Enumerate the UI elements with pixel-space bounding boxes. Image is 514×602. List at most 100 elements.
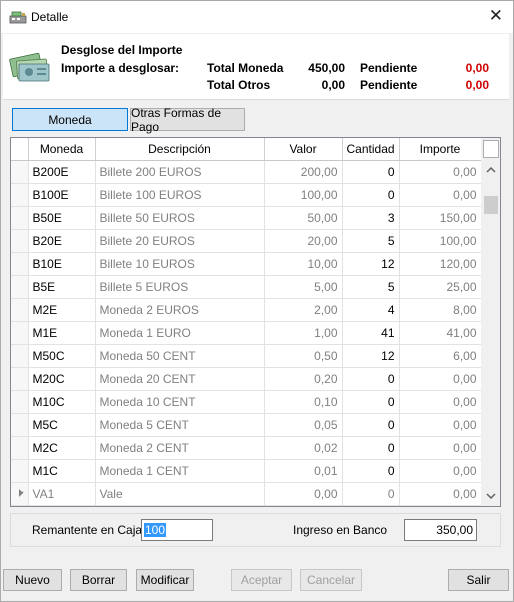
table-row[interactable]: M1E Moneda 1 EURO 1,00 41 41,00 [11,321,482,345]
cell-valor[interactable]: 2,00 [264,298,343,322]
cell-valor[interactable]: 0,02 [264,436,343,460]
tab-otras-formas-de-pago[interactable]: Otras Formas de Pago [130,106,245,134]
cell-moneda[interactable]: B100E [28,183,96,207]
close-icon[interactable]: ✕ [489,7,503,24]
cancelar-button[interactable]: Cancelar [300,569,362,591]
table-row[interactable]: M20C Moneda 20 CENT 0,20 0 0,00 [11,367,482,391]
cell-descripcion[interactable]: Billete 20 EUROS [95,229,265,253]
table-row[interactable]: M1C Moneda 1 CENT 0,01 0 0,00 [11,459,482,483]
cell-importe[interactable]: 0,00 [399,367,482,391]
cell-moneda[interactable]: M10C [28,390,96,414]
cell-moneda[interactable]: B200E [28,160,96,184]
ingreso-input[interactable]: 350,00 [404,519,477,541]
cell-descripcion[interactable]: Moneda 1 CENT [95,459,265,483]
cell-moneda[interactable]: B20E [28,229,96,253]
row-selector[interactable]: * [11,482,29,506]
cell-importe[interactable]: 41,00 [399,321,482,345]
cell-importe[interactable]: 100,00 [399,229,482,253]
cell-valor[interactable]: 1,00 [264,321,343,345]
cell-moneda[interactable]: M50C [28,344,96,368]
table-row[interactable]: B5E Billete 5 EUROS 5,00 5 25,00 [11,275,482,299]
scroll-up-icon[interactable] [481,162,501,178]
row-selector[interactable] [11,183,29,207]
table-row[interactable]: B20E Billete 20 EUROS 20,00 5 100,00 [11,229,482,253]
cell-cantidad[interactable]: 0 [342,482,400,506]
cell-valor[interactable]: 10,00 [264,252,343,276]
scroll-down-icon[interactable] [481,488,501,504]
table-row[interactable]: M2C Moneda 2 CENT 0,02 0 0,00 [11,436,482,460]
scrollbar-thumb[interactable] [484,196,498,214]
table-row[interactable]: B50E Billete 50 EUROS 50,00 3 150,00 [11,206,482,230]
cell-moneda[interactable]: B5E [28,275,96,299]
cell-cantidad[interactable]: 5 [342,275,400,299]
vertical-scrollbar[interactable] [481,138,501,506]
column-header-descripcion[interactable]: Descripción [95,138,265,161]
cell-importe[interactable]: 25,00 [399,275,482,299]
cell-importe[interactable]: 0,00 [399,459,482,483]
column-header-cantidad[interactable]: Cantidad [342,138,400,161]
cell-importe[interactable]: 0,00 [399,413,482,437]
cell-moneda[interactable]: M2E [28,298,96,322]
cell-valor[interactable]: 50,00 [264,206,343,230]
cell-cantidad[interactable]: 3 [342,206,400,230]
table-row[interactable]: M50C Moneda 50 CENT 0,50 12 6,00 [11,344,482,368]
cell-cantidad[interactable]: 0 [342,390,400,414]
cell-importe[interactable]: 0,00 [399,436,482,460]
row-selector[interactable] [11,206,29,230]
cell-cantidad[interactable]: 0 [342,459,400,483]
cell-moneda[interactable]: B50E [28,206,96,230]
cell-cantidad[interactable]: 12 [342,344,400,368]
cell-importe[interactable]: 0,00 [399,183,482,207]
cell-valor[interactable]: 5,00 [264,275,343,299]
cell-descripcion[interactable]: Billete 50 EUROS [95,206,265,230]
row-selector[interactable] [11,390,29,414]
cell-importe[interactable]: 8,00 [399,298,482,322]
borrar-button[interactable]: Borrar [70,569,127,591]
table-row[interactable]: B10E Billete 10 EUROS 10,00 12 120,00 [11,252,482,276]
column-header-importe[interactable]: Importe [399,138,482,161]
salir-button[interactable]: Salir [448,569,509,591]
row-selector[interactable] [11,344,29,368]
cell-valor[interactable]: 0,00 [264,482,343,506]
cell-importe[interactable]: 120,00 [399,252,482,276]
column-header-moneda[interactable]: Moneda [28,138,96,161]
cell-descripcion[interactable]: Billete 10 EUROS [95,252,265,276]
table-row[interactable]: M2E Moneda 2 EUROS 2,00 4 8,00 [11,298,482,322]
cell-descripcion[interactable]: Billete 5 EUROS [95,275,265,299]
cell-descripcion[interactable]: Billete 100 EUROS [95,183,265,207]
cell-descripcion[interactable]: Moneda 2 EUROS [95,298,265,322]
cell-descripcion[interactable]: Billete 200 EUROS [95,160,265,184]
cell-descripcion[interactable]: Moneda 2 CENT [95,436,265,460]
cell-descripcion[interactable]: Moneda 10 CENT [95,390,265,414]
cell-descripcion[interactable]: Moneda 1 EURO [95,321,265,345]
table-row[interactable]: M5C Moneda 5 CENT 0,05 0 0,00 [11,413,482,437]
denomination-grid[interactable]: Moneda Descripción Valor Cantidad Import… [10,137,501,507]
cell-importe[interactable]: 0,00 [399,160,482,184]
cell-cantidad[interactable]: 0 [342,183,400,207]
nuevo-button[interactable]: Nuevo [3,569,62,591]
cell-moneda[interactable]: M5C [28,413,96,437]
column-header-valor[interactable]: Valor [264,138,343,161]
cell-valor[interactable]: 20,00 [264,229,343,253]
row-selector[interactable] [11,413,29,437]
cell-descripcion[interactable]: Vale [95,482,265,506]
cell-descripcion[interactable]: Moneda 50 CENT [95,344,265,368]
modificar-button[interactable]: Modificar [136,569,194,591]
cell-descripcion[interactable]: Moneda 5 CENT [95,413,265,437]
cell-cantidad[interactable]: 41 [342,321,400,345]
cell-importe[interactable]: 0,00 [399,390,482,414]
cell-valor[interactable]: 0,10 [264,390,343,414]
cell-valor[interactable]: 0,20 [264,367,343,391]
row-selector[interactable] [11,160,29,184]
cell-moneda[interactable]: VA1 [28,482,96,506]
row-selector[interactable] [11,436,29,460]
cell-cantidad[interactable]: 0 [342,413,400,437]
row-selector[interactable] [11,367,29,391]
row-selector[interactable] [11,275,29,299]
table-row[interactable]: B200E Billete 200 EUROS 200,00 0 0,00 [11,160,482,184]
row-selector[interactable] [11,321,29,345]
row-selector[interactable] [11,298,29,322]
cell-cantidad[interactable]: 0 [342,367,400,391]
row-selector[interactable] [11,459,29,483]
cell-cantidad[interactable]: 12 [342,252,400,276]
